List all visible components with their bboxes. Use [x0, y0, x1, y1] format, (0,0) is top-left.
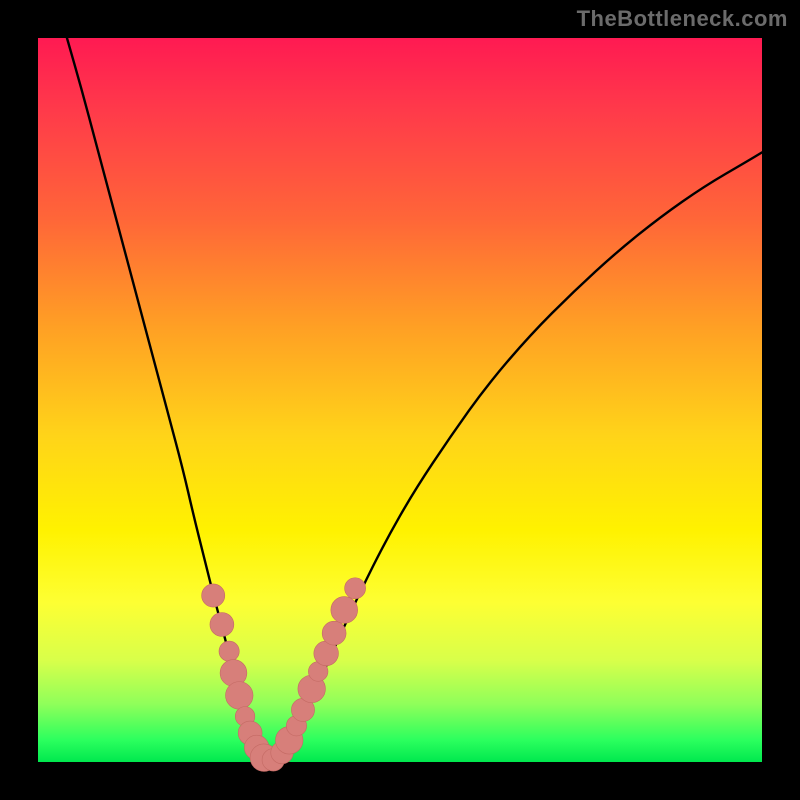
- curves-group: [67, 38, 762, 762]
- markers-group: [202, 578, 366, 772]
- marker-point: [210, 612, 234, 636]
- curve-right-curve: [270, 152, 762, 762]
- chart-overlay: [38, 38, 762, 762]
- marker-point: [322, 621, 346, 645]
- marker-point: [226, 682, 254, 710]
- marker-point: [345, 578, 366, 599]
- watermark-text: TheBottleneck.com: [577, 6, 788, 32]
- marker-point: [219, 641, 239, 661]
- marker-point: [202, 584, 225, 607]
- frame: TheBottleneck.com: [0, 0, 800, 800]
- marker-point: [331, 597, 358, 624]
